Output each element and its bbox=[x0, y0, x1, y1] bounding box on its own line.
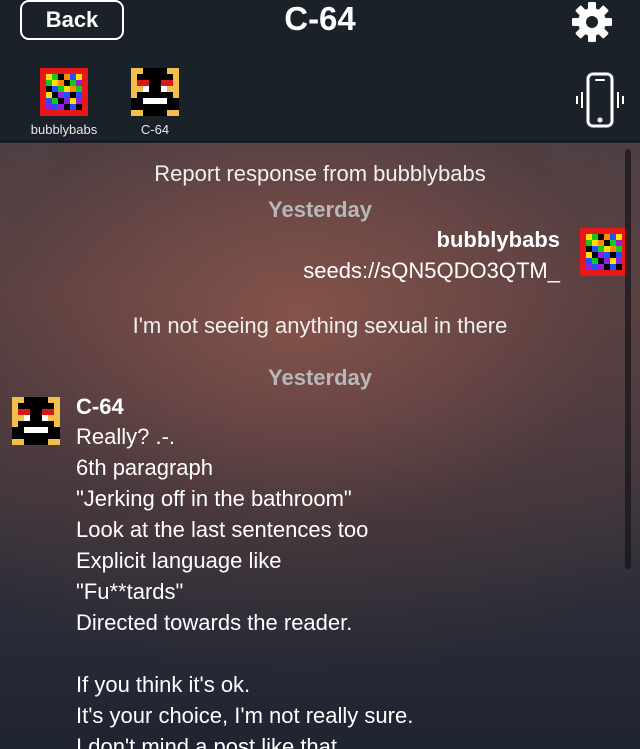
message-line: "Fu**tards" bbox=[76, 579, 184, 604]
message-line bbox=[76, 638, 413, 669]
message-line: I don't mind a post like that. bbox=[76, 734, 344, 749]
message-text[interactable]: seeds://sQN5QDO3QTM_ bbox=[303, 255, 560, 286]
message-line: Directed towards the reader. bbox=[76, 610, 353, 635]
pixel-face-avatar bbox=[12, 397, 60, 445]
page-title: C-64 bbox=[284, 0, 356, 37]
participant-name: C-64 bbox=[140, 122, 170, 137]
message-line: If you think it's ok. bbox=[76, 672, 251, 697]
chat-area[interactable]: Report response from bubblybabs Yesterda… bbox=[0, 143, 640, 749]
sender-name: C-64 bbox=[76, 394, 124, 419]
participant-c64[interactable]: C-64 bbox=[115, 68, 195, 137]
rainbow-pixel-avatar bbox=[580, 228, 628, 276]
date-separator: Yesterday bbox=[268, 365, 372, 390]
rainbow-pixel-avatar bbox=[40, 68, 88, 116]
message-line: Explicit language like bbox=[76, 548, 282, 573]
message-line: Look at the last sentences too bbox=[76, 517, 369, 542]
participant-bubblybabs[interactable]: bubblybabs bbox=[24, 68, 104, 137]
top-bar: Back C-64 bubblybabs C-64 bbox=[0, 0, 640, 142]
outgoing-message[interactable]: bubblybabs seeds://sQN5QDO3QTM_ bbox=[303, 227, 560, 286]
centered-note: I'm not seeing anything sexual in there bbox=[132, 313, 508, 338]
gear-icon[interactable] bbox=[568, 0, 616, 44]
pixel-face-avatar bbox=[131, 68, 179, 116]
sender-name: bubblybabs bbox=[436, 227, 560, 252]
message-line: "Jerking off in the bathroom" bbox=[76, 486, 352, 511]
message-line: It's your choice, I'm not really sure. bbox=[76, 703, 414, 728]
participant-name: bubblybabs bbox=[30, 122, 98, 137]
incoming-message[interactable]: C-64 Really? .-. 6th paragraph "Jerking … bbox=[76, 393, 413, 749]
message-line: 6th paragraph bbox=[76, 455, 213, 480]
message-line: Really? .-. bbox=[76, 424, 176, 449]
scrollbar[interactable] bbox=[625, 149, 631, 569]
date-separator: Yesterday bbox=[268, 197, 372, 222]
phone-vibrate-icon[interactable] bbox=[576, 72, 624, 128]
system-notice: Report response from bubblybabs bbox=[154, 161, 486, 186]
